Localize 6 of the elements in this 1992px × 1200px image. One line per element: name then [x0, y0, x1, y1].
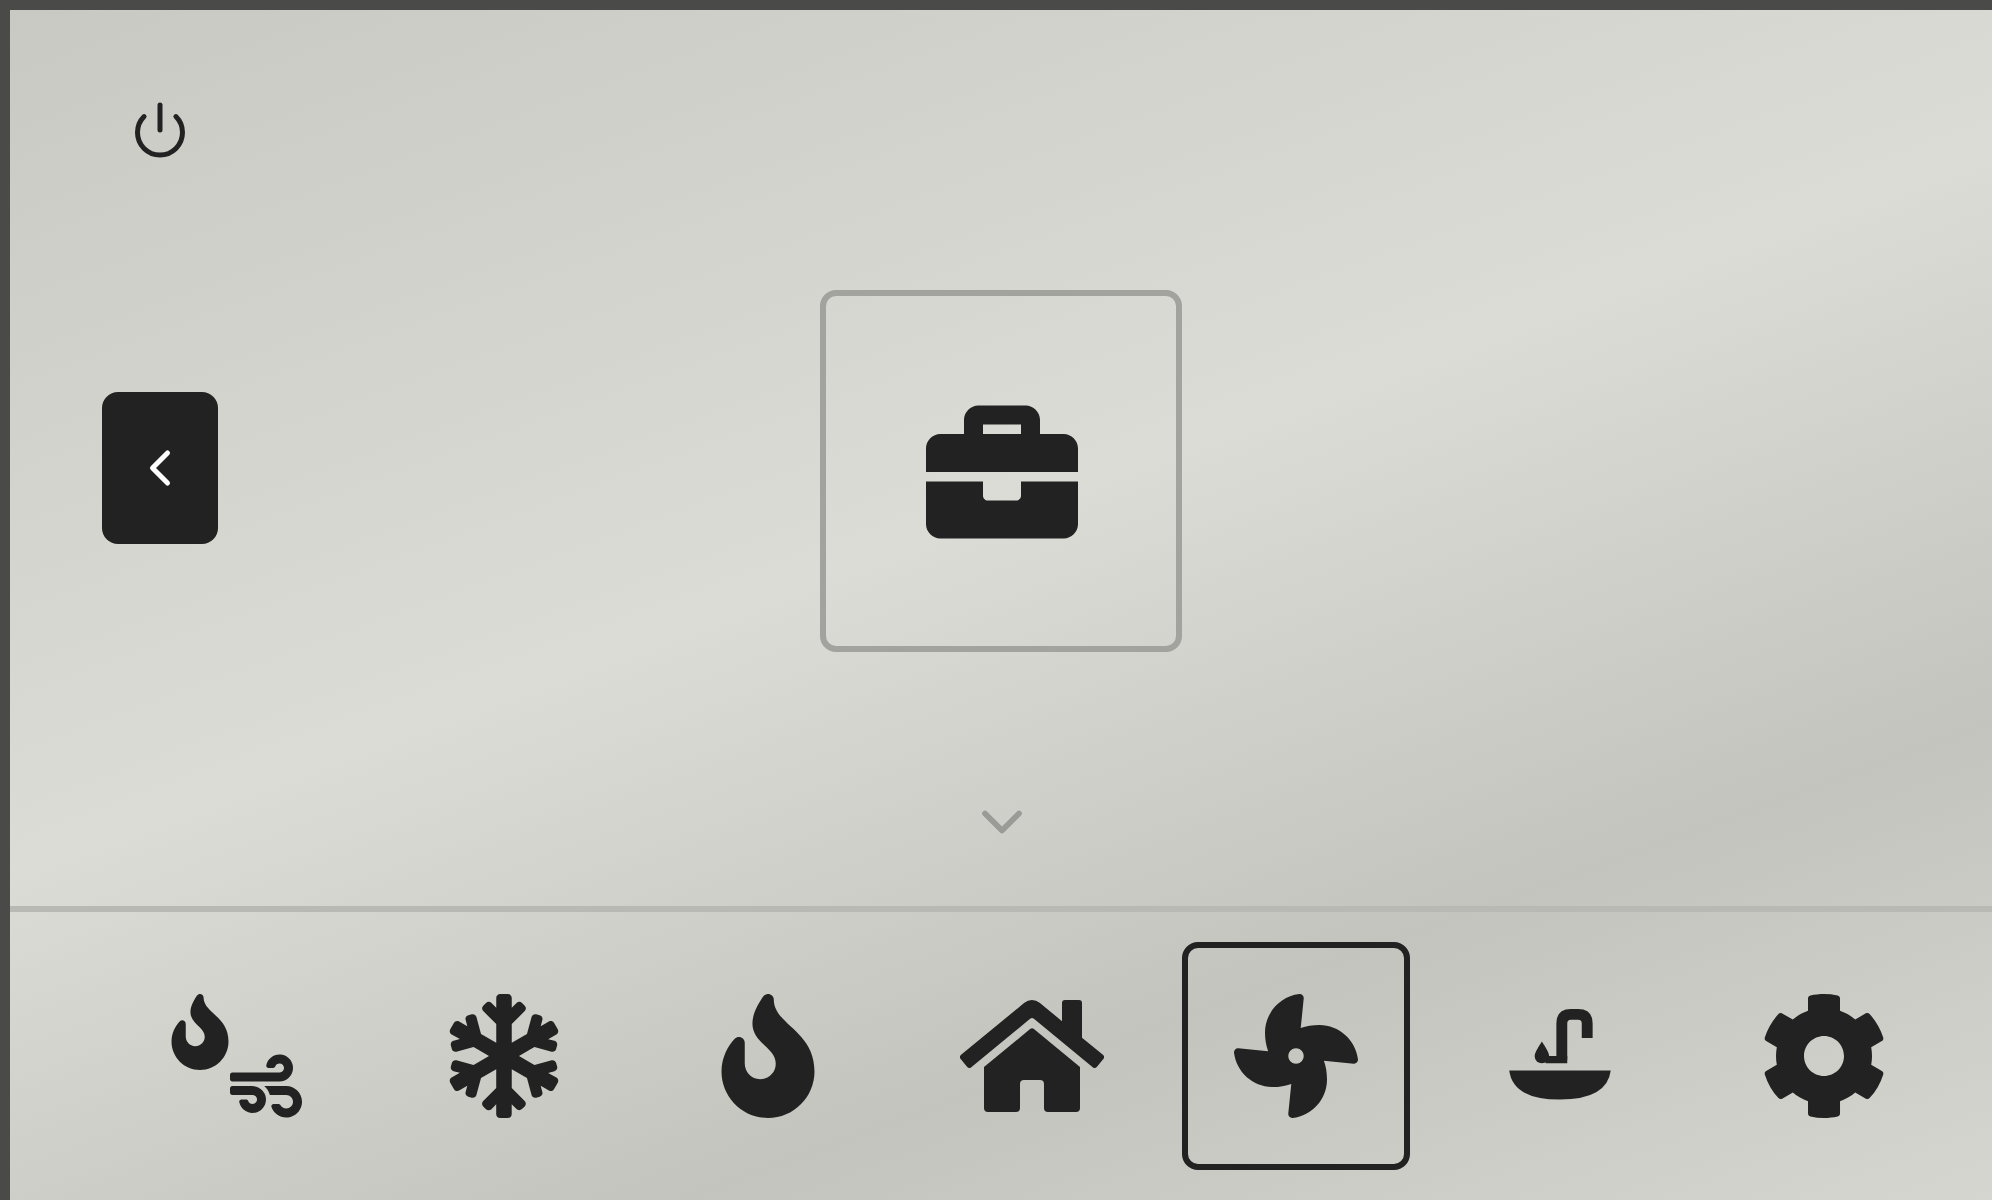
mode-tab[interactable]: [1182, 942, 1410, 1170]
fan-icon: [1234, 994, 1358, 1118]
back-button[interactable]: [102, 392, 218, 544]
mode-card[interactable]: [820, 290, 1182, 652]
power-icon: [130, 100, 190, 160]
settings-icon: [1760, 992, 1888, 1120]
